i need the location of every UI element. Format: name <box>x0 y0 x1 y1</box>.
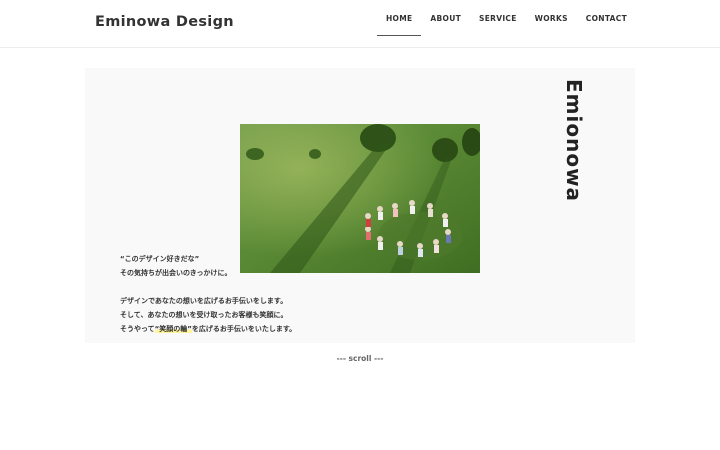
copy-spacer <box>120 280 296 294</box>
hero-photo <box>240 124 480 273</box>
nav-about[interactable]: ABOUT <box>421 0 470 36</box>
copy-line-5: そうやって“笑顔の輪”を広げるお手伝いをいたします。 <box>120 322 296 336</box>
copy-line-1: “このデザイン好きだな” <box>120 255 200 263</box>
hero-section: Emionowa “このデザイン好きだな” その気持ちが出会いのきっかけに。 デ… <box>85 68 635 343</box>
vertical-brand-title: Emionowa <box>562 79 586 203</box>
scroll-indicator[interactable]: --- scroll --- <box>0 354 720 363</box>
hero-copy: “このデザイン好きだな” その気持ちが出会いのきっかけに。 デザインであなたの想… <box>120 252 296 336</box>
copy-highlight: “笑顔の輪” <box>154 325 192 333</box>
site-header: Eminowa Design HOME ABOUT SERVICE WORKS … <box>0 0 720 48</box>
copy-line-5-post: を広げるお手伝いをいたします。 <box>191 325 297 333</box>
nav-works[interactable]: WORKS <box>526 0 577 36</box>
nav-contact[interactable]: CONTACT <box>577 0 636 36</box>
nav-service[interactable]: SERVICE <box>470 0 526 36</box>
site-logo[interactable]: Eminowa Design <box>95 14 234 30</box>
copy-line-2: その気持ちが出会いのきっかけに。 <box>120 269 232 277</box>
main-nav: HOME ABOUT SERVICE WORKS CONTACT <box>376 0 636 48</box>
copy-line-5-pre: そうやって <box>120 325 155 333</box>
copy-line-4: そして、あなたの想いを受け取ったお客様も笑顔に。 <box>120 311 288 319</box>
children-circle-meadow-photo-icon <box>240 124 480 273</box>
nav-home[interactable]: HOME <box>376 0 422 36</box>
copy-line-3: デザインであなたの想いを広げるお手伝いをします。 <box>120 297 288 305</box>
